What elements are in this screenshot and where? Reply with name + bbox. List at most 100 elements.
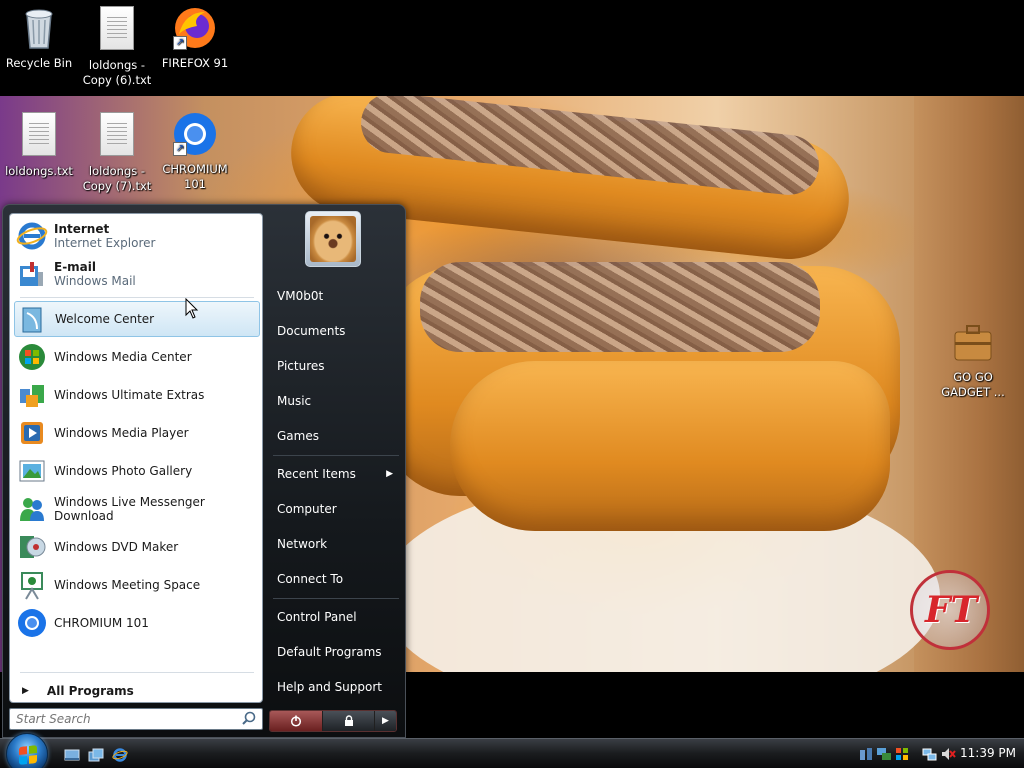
windows-mail-icon [16,258,48,290]
text-file-icon [15,112,63,160]
desktop-icon-recycle-bin[interactable]: Recycle Bin [0,4,78,71]
recent-photo-gallery[interactable]: Windows Photo Gallery [14,453,260,489]
pinned-internet[interactable]: Internet Internet Explorer [14,218,260,254]
meeting-space-icon [16,569,48,601]
right-link-network[interactable]: Network [271,529,401,559]
right-link-label: Connect To [277,572,344,586]
shortcut-arrow-icon: ↗ [173,142,187,156]
start-menu: Internet Internet Explorer E-mail Windows … [2,204,406,738]
pinned-email[interactable]: E-mail Windows Mail [14,256,260,292]
desktop-icon-loldongs-copy7[interactable]: loldongs - Copy (7).txt [78,110,156,194]
chromium-icon: ↗ [171,110,219,158]
right-link-label: Network [277,537,328,551]
windows-logo-icon [19,745,37,765]
pinned-title: E-mail [54,260,97,274]
all-programs-label: All Programs [46,684,134,698]
right-link-games[interactable]: Games [271,421,401,451]
gadget-logo-text: FT [925,589,978,631]
desktop-icon-label: loldongs - Copy (7).txt [82,164,152,193]
desktop-icon-label: CHROMIUM 101 [162,162,228,191]
right-separator [273,455,399,456]
text-file-icon [93,112,141,160]
right-link-control-panel[interactable]: Control Panel [271,602,401,632]
right-link-label: Default Programs [277,645,382,659]
gadget-logo[interactable]: FT [910,570,990,650]
briefcase-icon [949,318,997,366]
desktop-icon-label: loldongs.txt [5,164,73,178]
recent-label: Windows DVD Maker [54,540,179,554]
recent-label: Windows Live Messenger Download [54,495,205,523]
right-link-label: Help and Support [277,680,382,694]
welcome-center-icon [17,303,49,335]
desktop-icon-firefox[interactable]: ↗ FIREFOX 91 [156,4,234,71]
right-link-label: Computer [277,502,337,516]
recent-media-center[interactable]: Windows Media Center [14,339,260,375]
media-center-icon [16,341,48,373]
right-link-help-support[interactable]: Help and Support [271,672,401,702]
switch-windows-icon[interactable] [88,747,104,763]
taskbar-clock[interactable]: 11:39 PM [960,746,1016,760]
recent-chromium[interactable]: CHROMIUM 101 [14,605,260,641]
tray-network-icon[interactable] [876,746,892,762]
recent-welcome-center[interactable]: Welcome Center [14,301,260,337]
start-button[interactable] [6,733,48,768]
taskbar: 11:39 PM [0,733,1024,768]
right-link-music[interactable]: Music [271,386,401,416]
search-icon[interactable] [242,711,256,725]
right-link-label: Control Panel [277,610,357,624]
right-link-documents[interactable]: Documents [271,316,401,346]
desktop-icon-go-go-gadget[interactable]: GO GO GADGET ... [934,318,1012,400]
pinned-separator [20,297,254,298]
right-link-recent-items[interactable]: Recent Items ▶ [271,459,401,489]
user-avatar[interactable] [305,211,361,267]
right-link-default-programs[interactable]: Default Programs [271,637,401,667]
mouse-cursor-icon [185,298,199,319]
lock-icon [344,715,353,726]
right-link-connect-to[interactable]: Connect To [271,564,401,594]
pinned-subtitle: Internet Explorer [54,236,156,250]
tray-connection-icon[interactable] [922,746,938,762]
desktop-icon-loldongs-copy6[interactable]: loldongs - Copy (6).txt [78,4,156,88]
power-button[interactable] [270,711,322,731]
right-link-pictures[interactable]: Pictures [271,351,401,381]
start-search-box[interactable] [9,708,263,730]
recent-meeting-space[interactable]: Windows Meeting Space [14,567,260,603]
shutdown-options-button[interactable]: ▶ [374,711,396,731]
photo-gallery-icon [16,455,48,487]
recent-label: Welcome Center [55,312,155,326]
desktop-icon-label: FIREFOX 91 [161,56,229,70]
pinned-subtitle: Windows Mail [54,274,136,288]
recent-media-player[interactable]: Windows Media Player [14,415,260,451]
tray-app-icon[interactable] [858,746,874,762]
recent-dvd-maker[interactable]: Windows DVD Maker [14,529,260,565]
shortcut-arrow-icon: ↗ [173,36,187,50]
messenger-icon [16,493,48,525]
start-search-input[interactable] [10,709,230,729]
show-desktop-icon[interactable] [64,747,80,763]
recent-live-messenger[interactable]: Windows Live Messenger Download [14,491,260,527]
desktop-icon-loldongs[interactable]: loldongs.txt [0,110,78,179]
power-icon [290,715,302,727]
internet-explorer-icon[interactable] [112,747,128,763]
tray-security-icon[interactable] [894,746,910,762]
desktop-icon-label: GO GO GADGET ... [941,370,1005,399]
right-link-label: Games [277,429,319,443]
all-programs-button[interactable]: ▶ All Programs [18,680,258,702]
recent-label: Windows Photo Gallery [54,464,193,478]
right-link-user[interactable]: VM0b0t [271,281,401,311]
power-controls: ▶ [269,710,397,732]
desktop-icon-label: Recycle Bin [5,56,73,70]
recent-label: Windows Media Center [54,350,192,364]
internet-explorer-icon [16,220,48,252]
pinned-title: Internet [54,222,110,236]
lock-button[interactable] [322,711,374,731]
right-separator [273,598,399,599]
dvd-maker-icon [16,531,48,563]
recent-ultimate-extras[interactable]: Windows Ultimate Extras [14,377,260,413]
right-link-label: Recent Items [277,467,356,481]
volume-muted-icon[interactable] [940,746,956,762]
desktop-icon-chromium[interactable]: ↗ CHROMIUM 101 [156,110,234,192]
right-link-computer[interactable]: Computer [271,494,401,524]
all-programs-separator [20,672,254,673]
chromium-icon [16,607,48,639]
